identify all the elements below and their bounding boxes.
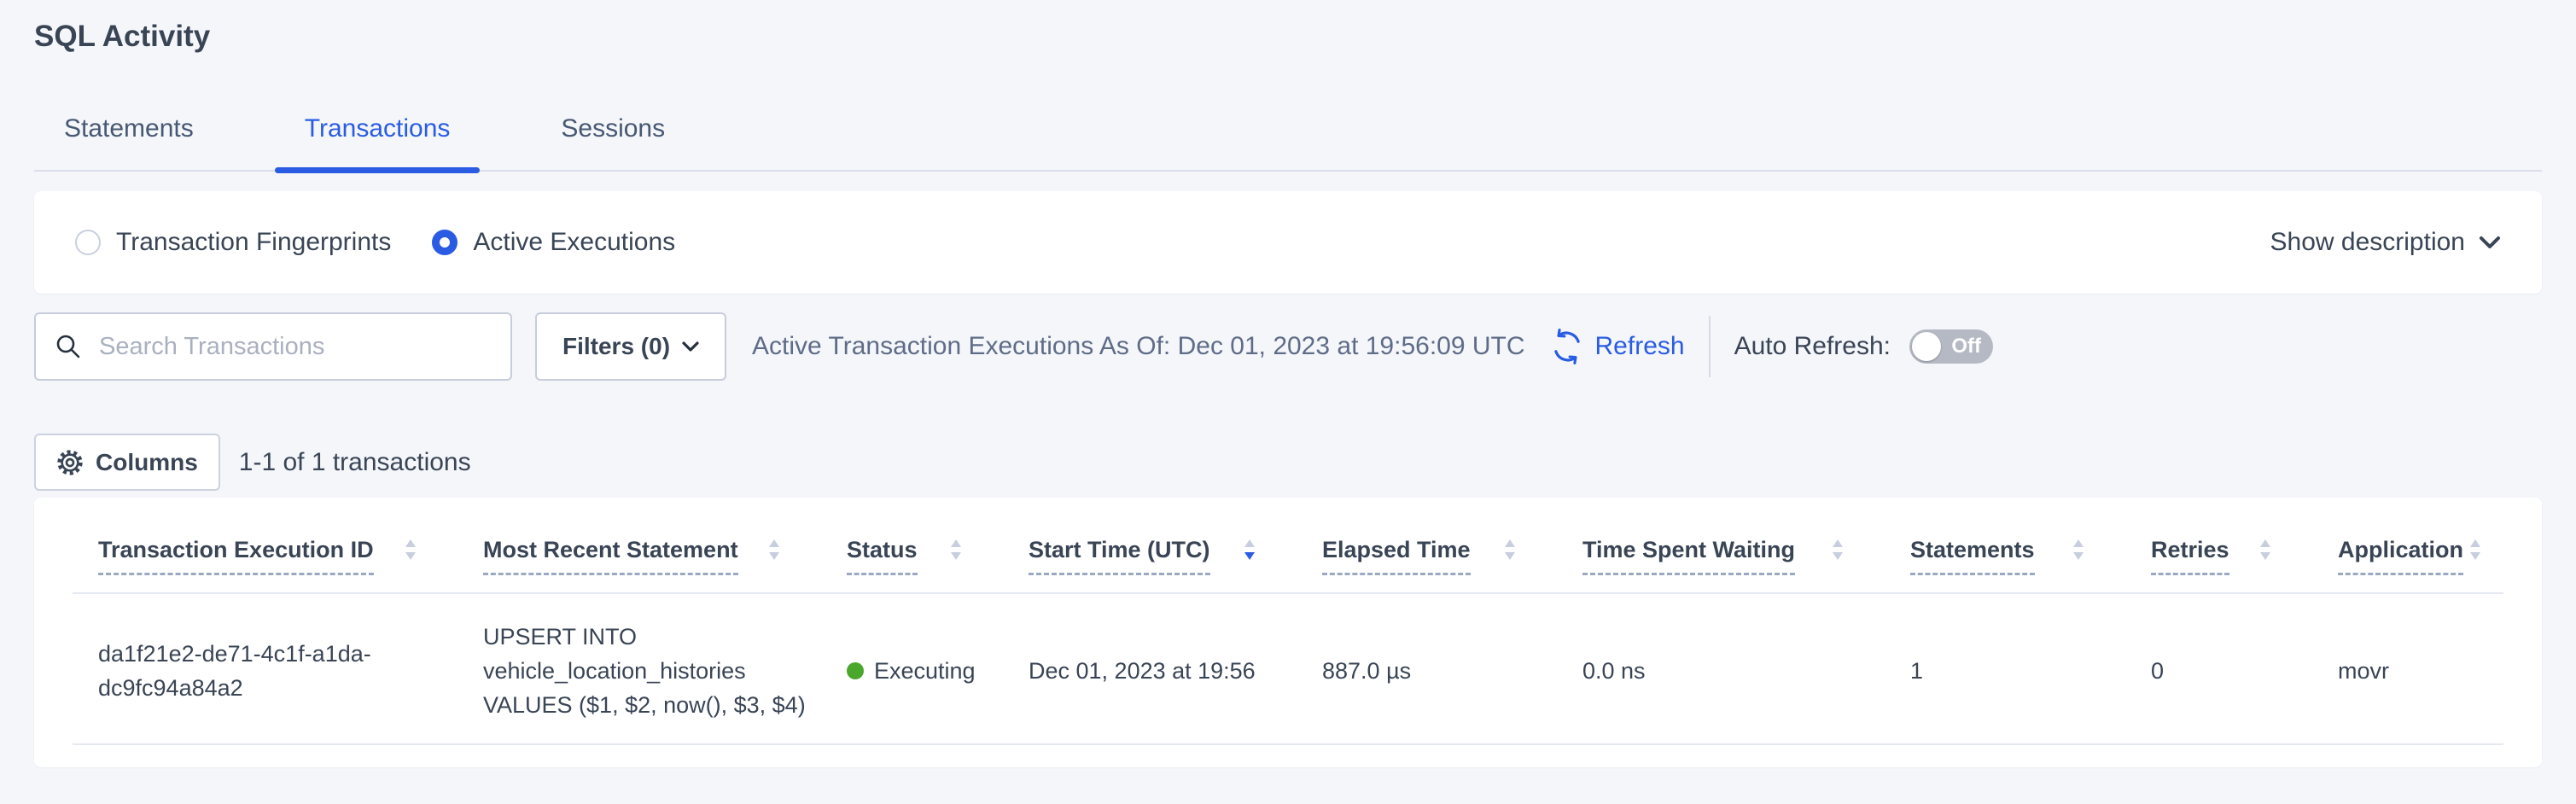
tab-sessions-label: Sessions [561, 114, 665, 143]
column-header-label: Elapsed Time [1322, 536, 1471, 575]
sort-icon[interactable] [768, 539, 780, 560]
sort-icon[interactable] [1832, 539, 1844, 560]
column-header-label: Time Spent Waiting [1582, 536, 1795, 575]
sort-icon[interactable] [1504, 539, 1516, 560]
auto-refresh-label: Auto Refresh: [1734, 332, 1891, 361]
page-title: SQL Activity [34, 19, 2542, 55]
cell-retries: 0 [2151, 654, 2338, 688]
tab-transactions-label: Transactions [305, 114, 451, 143]
sort-icon-active-desc[interactable] [1244, 539, 1256, 560]
filters-button-label: Filters (0) [562, 333, 670, 360]
as-of-timestamp: Active Transaction Executions As Of: Dec… [752, 332, 1524, 361]
radio-circle-icon [75, 230, 101, 255]
view-options-card: Transaction Fingerprints Active Executio… [34, 191, 2542, 294]
columns-button-label: Columns [96, 449, 198, 476]
cell-elapsed-time: 887.0 µs [1322, 654, 1582, 688]
radio-label: Active Executions [473, 228, 675, 257]
cell-application: movr [2338, 654, 2503, 688]
filters-button[interactable]: Filters (0) [535, 312, 726, 381]
cell-most-recent-statement: UPSERT INTO vehicle_location_histories V… [483, 620, 842, 722]
column-header-label: Status [847, 536, 918, 575]
cell-start-time: Dec 01, 2023 at 19:56 [1029, 654, 1322, 688]
status-executing-dot-icon [847, 662, 864, 679]
chevron-down-icon [682, 341, 699, 352]
auto-refresh-control: Auto Refresh: Off [1734, 329, 1993, 364]
radio-active-executions[interactable]: Active Executions [432, 228, 675, 257]
sort-icon[interactable] [2072, 539, 2084, 560]
column-header-label: Most Recent Statement [483, 536, 738, 575]
column-header-label: Application [2338, 536, 2463, 575]
tab-bar: Statements Transactions Sessions [34, 109, 2542, 172]
transactions-table: Transaction Execution ID Most Recent Sta… [34, 498, 2542, 767]
search-icon [55, 333, 82, 360]
cell-statements: 1 [1910, 654, 2151, 688]
tab-statements[interactable]: Statements [34, 109, 224, 170]
columns-button[interactable]: Columns [34, 434, 220, 491]
cell-time-spent-waiting: 0.0 ns [1582, 654, 1910, 688]
column-header-elapsed-time[interactable]: Elapsed Time [1322, 536, 1582, 575]
column-header-label: Retries [2151, 536, 2229, 575]
table-controls: Columns 1-1 of 1 transactions [34, 434, 2542, 491]
sort-icon[interactable] [405, 539, 417, 560]
status-label: Executing [874, 654, 976, 688]
refresh-icon [1549, 329, 1585, 364]
cell-transaction-execution-id: da1f21e2-de71-4c1f-a1da-dc9fc94a84a2 [98, 637, 423, 705]
column-header-label: Start Time (UTC) [1029, 536, 1210, 575]
search-box [34, 312, 512, 381]
table-row[interactable]: da1f21e2-de71-4c1f-a1da-dc9fc94a84a2 UPS… [73, 594, 2503, 745]
radio-circle-icon [432, 230, 458, 255]
search-input[interactable] [99, 333, 492, 361]
refresh-label: Refresh [1595, 332, 1685, 361]
toolbar: Filters (0) Active Transaction Execution… [34, 312, 2542, 381]
toolbar-divider [1709, 316, 1711, 377]
tab-transactions[interactable]: Transactions [275, 109, 481, 170]
column-header-label: Statements [1910, 536, 2035, 575]
radio-transaction-fingerprints[interactable]: Transaction Fingerprints [75, 228, 391, 257]
column-header-time-spent-waiting[interactable]: Time Spent Waiting [1582, 536, 1910, 575]
show-description-label: Show description [2270, 228, 2465, 257]
sort-icon[interactable] [2259, 539, 2271, 560]
column-header-start-time[interactable]: Start Time (UTC) [1029, 536, 1322, 575]
auto-refresh-state: Off [1951, 335, 1981, 358]
radio-label: Transaction Fingerprints [116, 228, 391, 257]
sort-icon[interactable] [2469, 539, 2481, 560]
result-count: 1-1 of 1 transactions [239, 448, 471, 477]
sort-icon[interactable] [950, 539, 962, 560]
auto-refresh-toggle[interactable]: Off [1909, 329, 1993, 364]
cell-status: Executing [847, 654, 1029, 688]
table-header-row: Transaction Execution ID Most Recent Sta… [73, 498, 2503, 594]
column-header-retries[interactable]: Retries [2151, 536, 2338, 575]
column-header-label: Transaction Execution ID [98, 536, 374, 575]
column-header-application[interactable]: Application [2338, 536, 2503, 575]
sql-activity-page: SQL Activity Statements Transactions Ses… [0, 19, 2576, 767]
tab-statements-label: Statements [64, 114, 194, 143]
column-header-statements[interactable]: Statements [1910, 536, 2151, 575]
show-description-toggle[interactable]: Show description [2270, 228, 2501, 257]
tab-sessions[interactable]: Sessions [531, 109, 695, 170]
refresh-button[interactable]: Refresh [1549, 329, 1685, 364]
column-header-transaction-execution-id[interactable]: Transaction Execution ID [98, 536, 483, 575]
toggle-knob-icon [1912, 332, 1941, 361]
column-header-most-recent-statement[interactable]: Most Recent Statement [483, 536, 847, 575]
column-header-status[interactable]: Status [847, 536, 1029, 575]
chevron-down-icon [2479, 235, 2501, 250]
gear-icon [56, 449, 84, 476]
